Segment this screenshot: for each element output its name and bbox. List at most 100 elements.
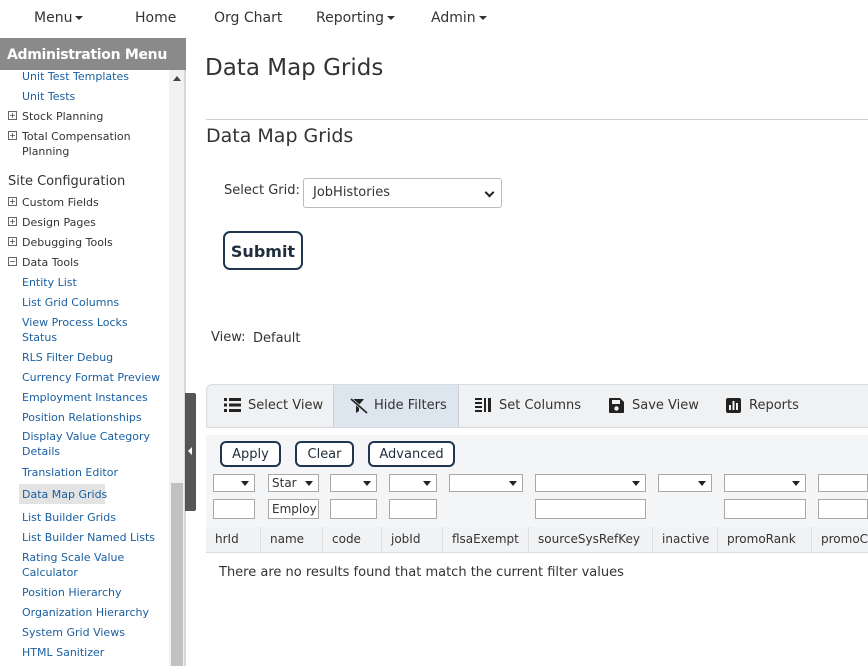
sidebar-item-label: Status: [22, 331, 58, 344]
filter-operator-select[interactable]: [724, 474, 806, 492]
sidebar-item-display-value-category[interactable]: Display Value Category Details: [22, 429, 162, 459]
sidebar-item-label: Details: [22, 445, 61, 458]
nav-home-link[interactable]: Home: [135, 10, 176, 26]
column-header-inactive[interactable]: inactive: [653, 527, 718, 553]
divider: [206, 119, 868, 120]
filter-input-promoc[interactable]: [818, 499, 868, 519]
sidebar-item-rating-scale-value-calculator[interactable]: Rating Scale Value Calculator: [22, 550, 162, 580]
sidebar-group-design-pages[interactable]: Design Pages: [22, 215, 162, 230]
sidebar-item-organization-hierarchy[interactable]: Organization Hierarchy: [22, 605, 162, 620]
expand-plus-icon[interactable]: +: [8, 197, 17, 206]
sidebar-list: Unit Test Templates Unit Tests + Stock P…: [0, 70, 168, 666]
admin-sidebar: Administration Menu Unit Test Templates …: [0, 38, 186, 666]
nav-menu-dropdown[interactable]: Menu: [34, 10, 84, 26]
sidebar-title: Administration Menu: [0, 38, 186, 70]
sidebar-item-position-relationships[interactable]: Position Relationships: [22, 410, 162, 425]
column-header-promoc[interactable]: promoC: [812, 527, 868, 553]
sidebar-item-employment-instances[interactable]: Employment Instances: [22, 390, 162, 405]
sidebar-item-unit-tests[interactable]: Unit Tests: [22, 89, 162, 104]
sidebar-item-label: View Process Locks: [22, 316, 128, 329]
sidebar-group-total-compensation[interactable]: Total Compensation Planning: [22, 129, 162, 159]
hide-filters-button[interactable]: Hide Filters: [333, 385, 459, 427]
sidebar-item-html-sanitizer[interactable]: HTML Sanitizer: [22, 645, 162, 660]
filter-operator-select[interactable]: [389, 474, 437, 492]
column-header-name[interactable]: name: [261, 527, 323, 553]
column-header-hrid[interactable]: hrId: [206, 527, 261, 553]
save-disk-icon: [609, 398, 624, 413]
expand-plus-icon[interactable]: +: [8, 131, 17, 140]
scroll-up-arrow-icon[interactable]: [173, 76, 181, 81]
filter-input-code[interactable]: [330, 499, 377, 519]
sidebar-item-entity-list[interactable]: Entity List: [22, 275, 162, 290]
column-header-jobid[interactable]: jobId: [382, 527, 443, 553]
apply-filters-button[interactable]: Apply: [220, 441, 281, 467]
sidebar-item-list-builder-grids[interactable]: List Builder Grids: [22, 510, 162, 525]
expand-plus-icon[interactable]: +: [8, 217, 17, 226]
expand-plus-icon[interactable]: +: [8, 237, 17, 246]
filter-operator-select[interactable]: [330, 474, 377, 492]
sidebar-scrollbar-thumb[interactable]: [171, 483, 183, 666]
sidebar-item-unit-test-templates[interactable]: Unit Test Templates: [22, 70, 162, 84]
clear-filters-button[interactable]: Clear: [295, 441, 354, 467]
save-view-button[interactable]: Save View: [609, 385, 709, 427]
filter-operator-select[interactable]: [535, 474, 646, 492]
column-header-flsaexempt[interactable]: flsaExempt: [443, 527, 529, 553]
select-view-button[interactable]: Select View: [224, 385, 334, 427]
nav-org-chart-link[interactable]: Org Chart: [214, 10, 282, 26]
advanced-filters-button[interactable]: Advanced: [368, 441, 455, 467]
sidebar-item-translation-editor[interactable]: Translation Editor: [22, 465, 162, 480]
sidebar-group-debugging-tools[interactable]: Debugging Tools: [22, 235, 162, 250]
empty-results-message: There are no results found that match th…: [219, 565, 624, 580]
sidebar-group-label: Total Compensation: [22, 130, 131, 143]
dropdown-arrow-icon: [423, 481, 431, 486]
sidebar-group-data-tools[interactable]: Data Tools: [22, 255, 162, 270]
sidebar-item-system-grid-views[interactable]: System Grid Views: [22, 625, 162, 640]
submit-button[interactable]: Submit: [223, 231, 303, 270]
nav-menu-label: Menu: [34, 10, 73, 26]
dropdown-arrow-icon: [509, 481, 517, 486]
column-header-sourcesysrefkey[interactable]: sourceSysRefKey: [529, 527, 653, 553]
expand-plus-icon[interactable]: +: [8, 111, 17, 120]
select-view-label: Select View: [248, 398, 324, 413]
filter-input-jobid[interactable]: [389, 499, 437, 519]
sidebar-item-list-builder-named-lists[interactable]: List Builder Named Lists: [22, 530, 162, 545]
sidebar-item-rls-filter-debug[interactable]: RLS Filter Debug: [22, 350, 162, 365]
sidebar-item-list-grid-columns[interactable]: List Grid Columns: [22, 295, 162, 310]
sidebar-item-label: Display Value Category: [22, 430, 150, 443]
nav-reporting-dropdown[interactable]: Reporting: [316, 10, 396, 26]
select-grid-dropdown[interactable]: JobHistories: [303, 178, 502, 208]
filter-input-hrid[interactable]: [213, 499, 255, 519]
sidebar-item-view-process-locks[interactable]: View Process Locks Status: [22, 315, 162, 345]
filter-operator-select[interactable]: [658, 474, 712, 492]
dropdown-arrow-icon: [698, 481, 706, 486]
collapse-left-arrow-icon: [188, 447, 192, 455]
column-header-promorank[interactable]: promoRank: [718, 527, 812, 553]
filter-input-name[interactable]: Employ: [268, 499, 319, 519]
sidebar-group-custom-fields[interactable]: Custom Fields: [22, 195, 162, 210]
save-view-label: Save View: [632, 398, 699, 413]
sidebar-collapse-handle[interactable]: [185, 393, 196, 511]
sidebar-group-label: Planning: [22, 145, 70, 158]
filter-operator-select[interactable]: [449, 474, 523, 492]
collapse-minus-icon[interactable]: −: [8, 257, 17, 266]
filter-operator-select[interactable]: [818, 474, 868, 492]
filter-input-promorank[interactable]: [724, 499, 806, 519]
top-nav: Menu Home Org Chart Reporting Admin: [0, 0, 868, 38]
reports-button[interactable]: Reports: [726, 385, 816, 427]
nav-admin-label: Admin: [431, 10, 476, 26]
sidebar-item-currency-format-preview[interactable]: Currency Format Preview: [22, 370, 162, 385]
grid-toolbar: Select View Hide Filters Set Columns Sav…: [206, 384, 868, 428]
sidebar-item-data-map-grids[interactable]: Data Map Grids: [22, 487, 162, 502]
sidebar-group-stock-planning[interactable]: Stock Planning: [22, 109, 162, 124]
filter-operator-value: Star: [272, 476, 297, 490]
filter-off-icon: [350, 398, 368, 414]
set-columns-button[interactable]: Set Columns: [475, 385, 585, 427]
column-header-code[interactable]: code: [323, 527, 382, 553]
sidebar-item-position-hierarchy[interactable]: Position Hierarchy: [22, 585, 162, 600]
nav-admin-dropdown[interactable]: Admin: [431, 10, 487, 26]
filter-input-sourcesysrefkey[interactable]: [535, 499, 646, 519]
caret-down-icon: [478, 16, 487, 20]
filter-operator-select-name[interactable]: Star: [268, 474, 319, 492]
filter-operator-select[interactable]: [213, 474, 255, 492]
section-title: Data Map Grids: [206, 125, 354, 147]
